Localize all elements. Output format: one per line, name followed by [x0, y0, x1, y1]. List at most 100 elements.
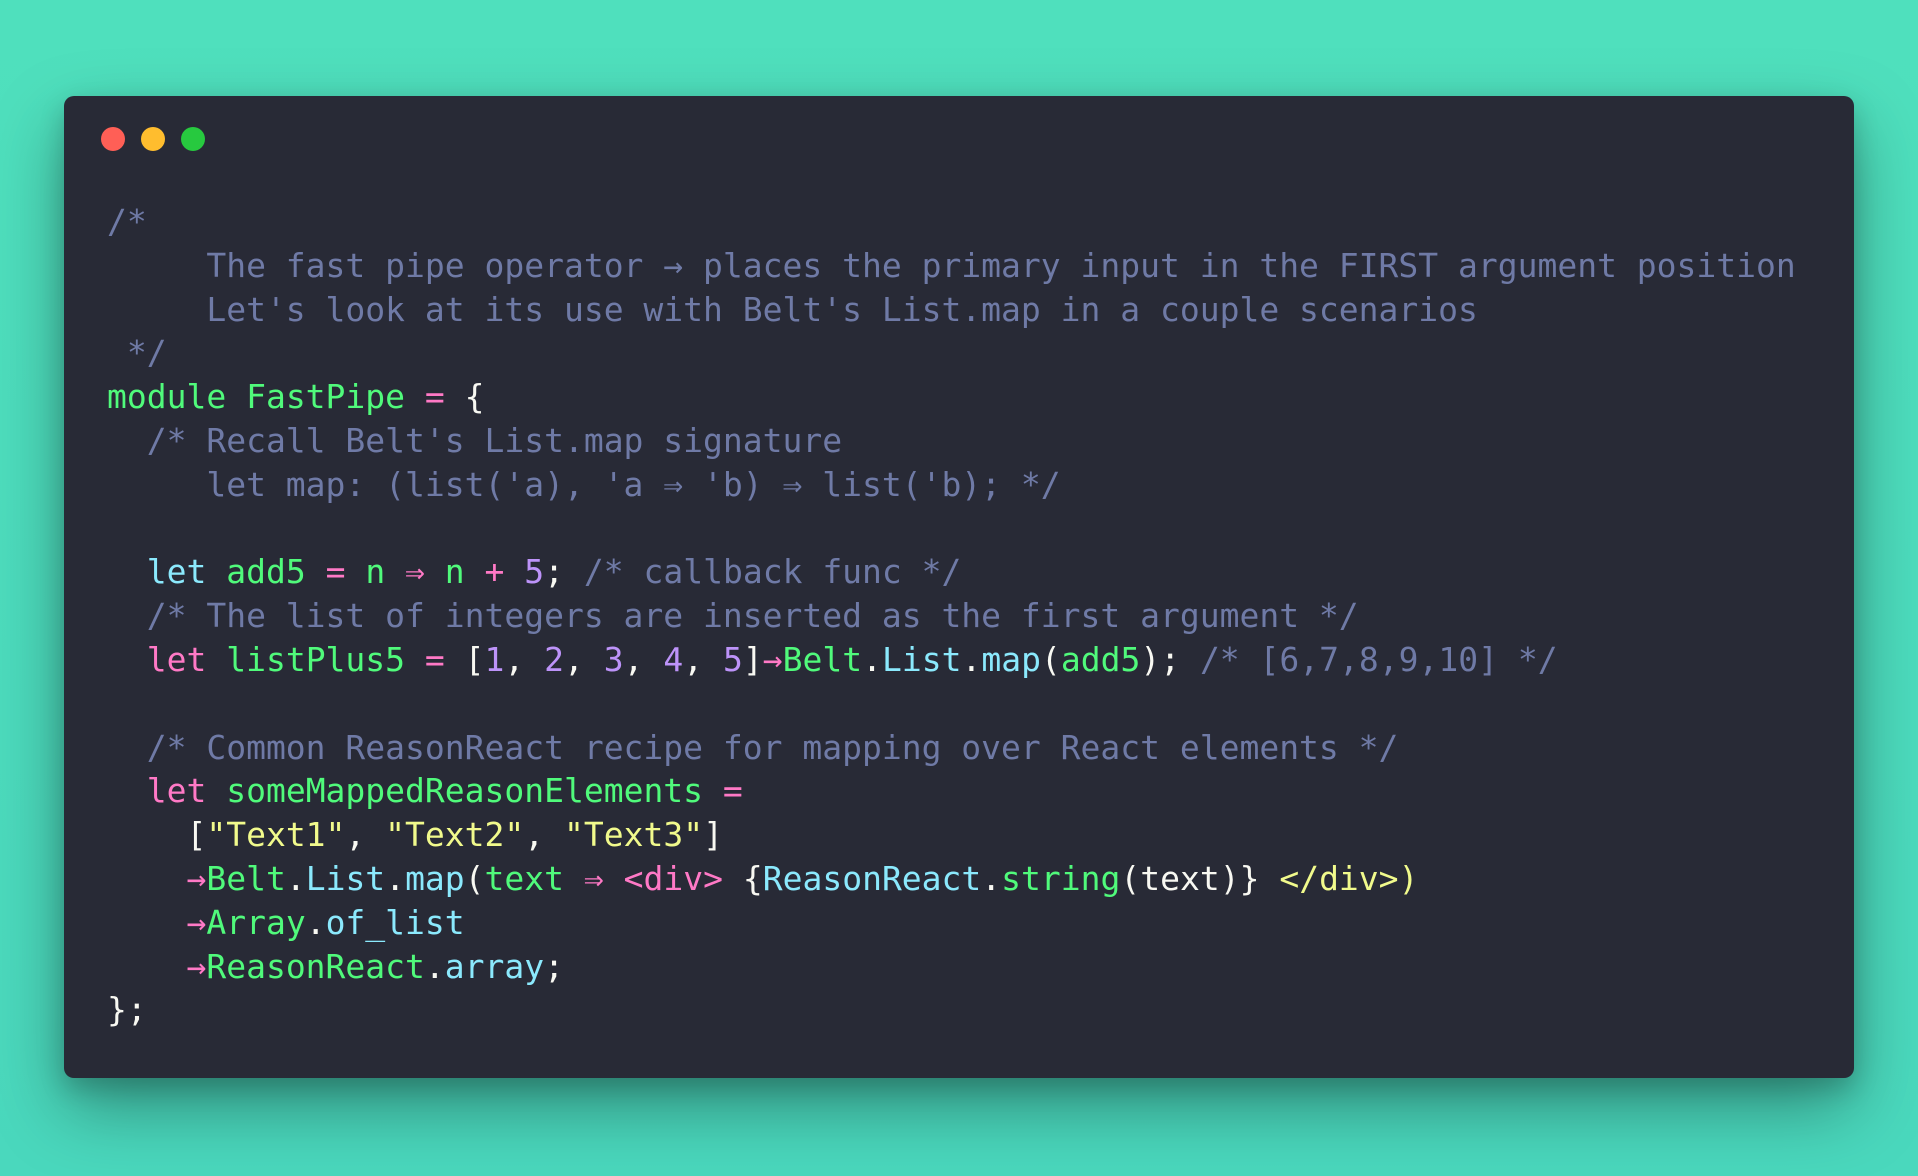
code-block: /* The fast pipe operator → places the p… [107, 200, 1830, 1054]
code-token: /* [107, 202, 147, 241]
code-token: , [345, 815, 386, 855]
code-token: ( [1040, 639, 1061, 679]
code-token: ⇒ [385, 552, 445, 592]
code-token: FastPipe [246, 377, 406, 417]
code-token: Belt [782, 639, 863, 679]
code-line: ["Text1", "Text2", "Text3"] [107, 813, 1830, 857]
code-token: let [107, 552, 227, 592]
code-token: /* callback func */ [583, 552, 962, 592]
code-token: ReasonReact [762, 858, 982, 898]
code-token: [ [107, 815, 207, 855]
code-token: → [762, 639, 783, 679]
code-token: ReasonReact [206, 946, 425, 986]
window-controls [101, 127, 205, 151]
code-token: = [405, 639, 465, 679]
code-token: of_list [325, 902, 465, 942]
code-line: let map: (list('a), 'a ⇒ 'b) ⇒ list('b);… [107, 463, 1830, 507]
code-token: let map: (list('a), 'a ⇒ 'b) ⇒ list('b);… [107, 464, 1061, 504]
code-token: → [107, 902, 207, 942]
code-token: [ [464, 639, 485, 679]
code-token: <div> [623, 858, 723, 898]
code-token: List [305, 858, 386, 898]
code-token: listPlus5 [226, 639, 406, 679]
code-line: let listPlus5 = [1, 2, 3, 4, 5]→Belt.Lis… [107, 638, 1830, 682]
code-line: let someMappedReasonElements = [107, 769, 1830, 813]
code-token: 5 [723, 639, 743, 679]
code-token: = [405, 377, 465, 417]
code-line: /* The list of integers are inserted as … [107, 594, 1830, 638]
code-token: map [981, 639, 1041, 679]
code-token: ; [544, 946, 564, 986]
code-token: "Text1" [206, 815, 346, 855]
code-token: module [107, 377, 247, 417]
code-token: , [564, 639, 604, 679]
code-token: ] [703, 815, 723, 855]
minimize-icon[interactable] [141, 127, 165, 151]
code-token: . [305, 902, 326, 942]
code-token: The fast pipe operator → places the prim… [107, 245, 1796, 285]
code-token: let [107, 771, 227, 811]
code-token: { [464, 377, 485, 417]
code-token: /* Recall Belt's List.map signature [107, 420, 843, 460]
code-token: = [305, 552, 366, 592]
code-token: ] [742, 639, 763, 679]
code-token: ( [464, 858, 485, 898]
code-line: }; [107, 988, 1830, 1032]
code-token: 5 [524, 552, 545, 592]
code-token: . [862, 639, 882, 679]
code-token: array [444, 946, 545, 986]
code-token: Belt [206, 858, 286, 898]
code-token: /* [6,7,8,9,10] */ [1199, 639, 1558, 679]
code-token: ; [544, 552, 584, 592]
code-token: */ [107, 333, 167, 373]
code-token: . [385, 858, 406, 898]
code-token: . [285, 858, 306, 898]
code-token: 4 [663, 639, 684, 679]
code-token: 2 [544, 639, 565, 679]
code-token: let [107, 639, 227, 679]
code-token: , [524, 815, 564, 855]
code-token: 3 [603, 639, 624, 679]
code-line: →Belt.List.map(text ⇒ <div> {ReasonReact… [107, 857, 1830, 901]
code-line: The fast pipe operator → places the prim… [107, 244, 1830, 288]
code-token: . [981, 858, 1002, 898]
code-token: add5 [226, 552, 306, 592]
code-line: */ [107, 331, 1830, 375]
code-token: n [444, 552, 465, 592]
code-token: (text)} [1120, 858, 1280, 898]
code-line: →Array.of_list [107, 901, 1830, 945]
code-token: ); [1140, 639, 1200, 679]
code-token: List [882, 639, 962, 679]
code-token: + [464, 552, 525, 592]
code-token: = [703, 771, 743, 811]
zoom-icon[interactable] [181, 127, 205, 151]
code-token: 1 [484, 639, 505, 679]
code-token: string [1001, 858, 1121, 898]
code-token: n [365, 552, 386, 592]
close-icon[interactable] [101, 127, 125, 151]
code-token: map [405, 858, 465, 898]
code-token: /* Common ReasonReact recipe for mapping… [107, 727, 1399, 767]
code-window: /* The fast pipe operator → places the p… [64, 96, 1854, 1078]
code-token: . [961, 639, 982, 679]
code-token: → [107, 858, 207, 898]
code-token: </div>) [1279, 858, 1419, 898]
code-token: "Text3" [564, 815, 704, 855]
code-line: module FastPipe = { [107, 375, 1830, 419]
code-line: →ReasonReact.array; [107, 945, 1830, 989]
code-token: }; [107, 990, 147, 1030]
code-token: . [424, 946, 445, 986]
code-token: , [504, 639, 545, 679]
code-token: , [623, 639, 664, 679]
code-token: , [683, 639, 724, 679]
code-token: Array [206, 902, 306, 942]
code-token: text [484, 858, 565, 898]
code-token: { [722, 858, 763, 898]
code-line: let add5 = n ⇒ n + 5; /* callback func *… [107, 550, 1830, 594]
code-token: Let's look at its use with Belt's List.m… [107, 289, 1478, 329]
code-line: Let's look at its use with Belt's List.m… [107, 288, 1830, 332]
code-line: /* Common ReasonReact recipe for mapping… [107, 726, 1830, 770]
code-token: add5 [1060, 639, 1141, 679]
